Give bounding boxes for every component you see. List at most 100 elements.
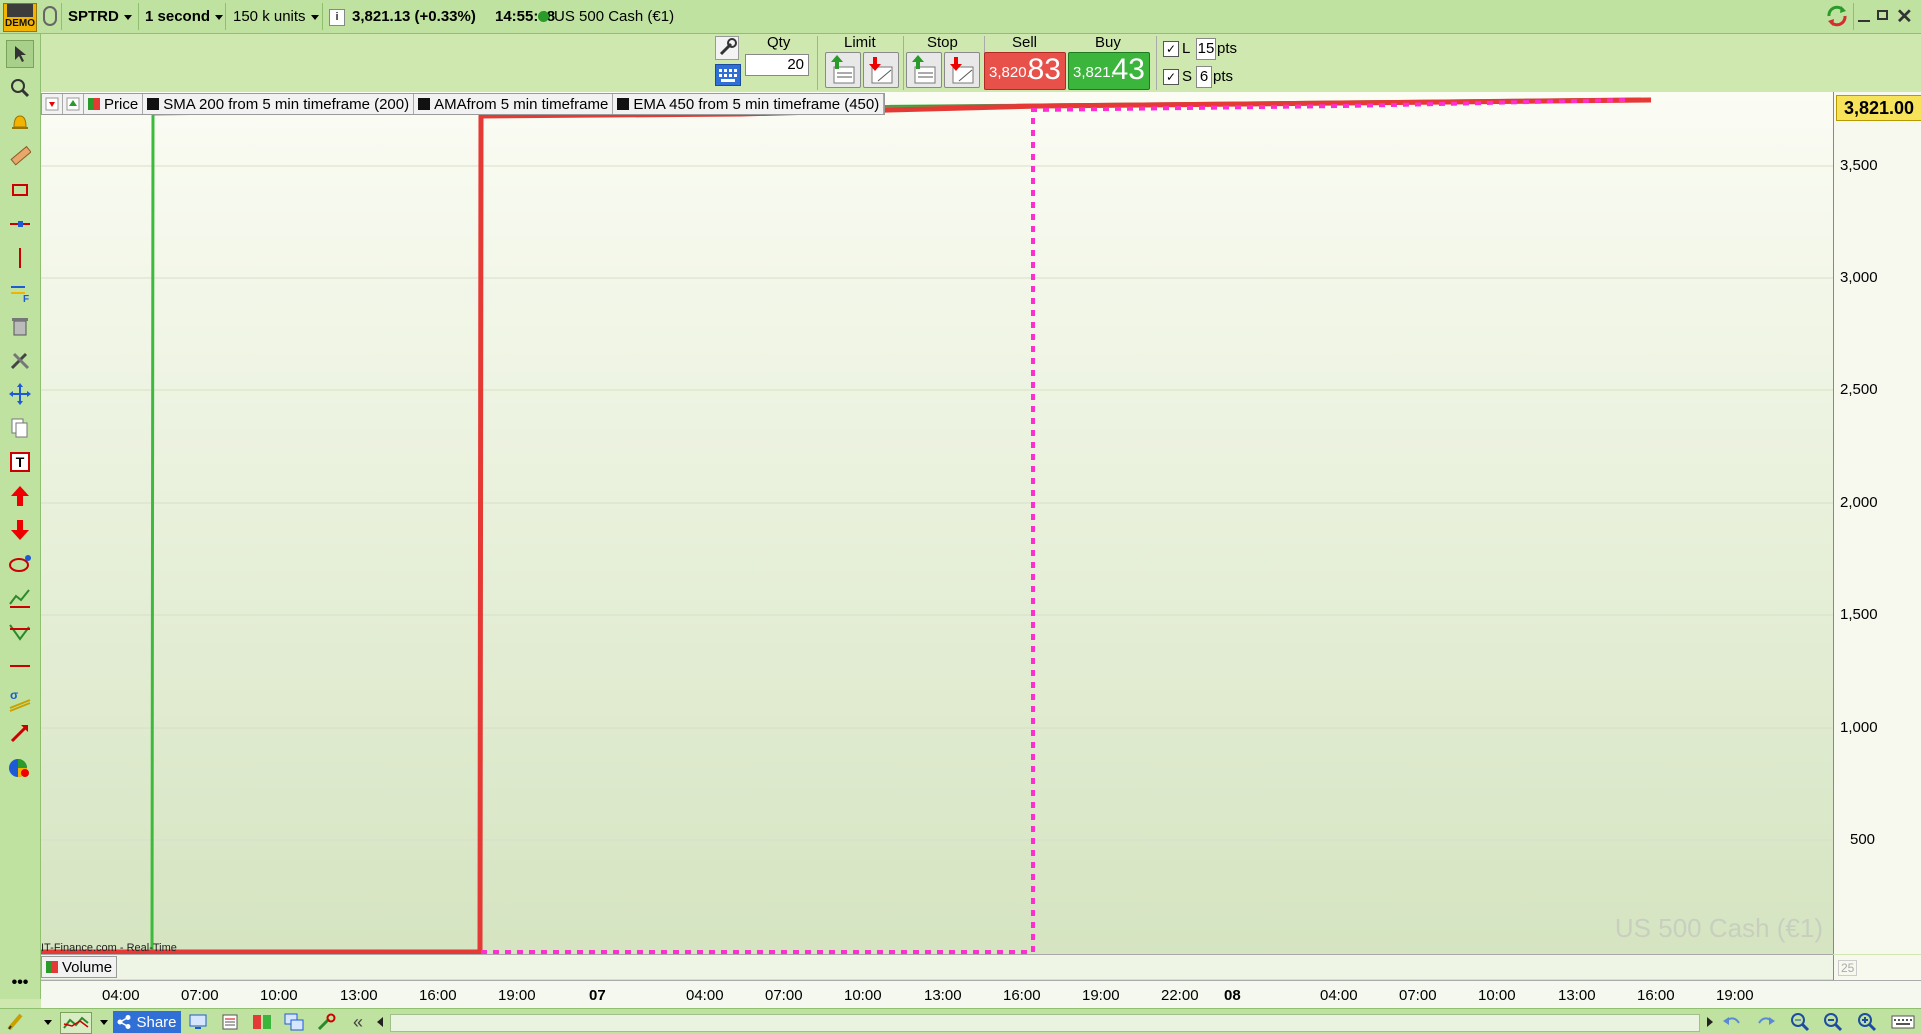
symbol-selector[interactable]: SPTRD <box>68 4 132 29</box>
x-tick: 04:00 <box>1320 987 1358 1004</box>
legend-item-ama[interactable]: AMAfrom 5 min timeframe <box>414 94 614 114</box>
l-pts-label: pts <box>1217 40 1238 57</box>
chevron-down-icon <box>310 14 319 20</box>
info-icon[interactable]: i <box>329 9 345 26</box>
scroll-right-icon[interactable] <box>1700 1012 1720 1032</box>
zoom-fit-icon[interactable] <box>1790 1012 1810 1032</box>
share-icon <box>117 1015 131 1029</box>
sell-button[interactable]: 3,820. 83 <box>984 52 1066 90</box>
ema-swatch <box>617 98 630 110</box>
cursor-icon[interactable] <box>6 40 34 68</box>
copy-icon[interactable] <box>6 414 34 442</box>
limit-buy-button[interactable] <box>825 52 861 88</box>
scroll-left-icon[interactable] <box>370 1012 390 1032</box>
ellipse-icon[interactable] <box>6 550 34 578</box>
volume-legend[interactable]: Volume <box>41 956 118 978</box>
buy-button[interactable]: 3,821. 43 <box>1068 52 1150 90</box>
more-options-icon[interactable]: ••• <box>6 969 34 997</box>
redo-icon[interactable] <box>1756 1012 1776 1032</box>
close-icon[interactable]: ✕ <box>1896 4 1913 29</box>
triangle-icon[interactable] <box>6 618 34 646</box>
l-checkbox[interactable]: ✓ <box>1163 41 1179 57</box>
pencil-arrow-icon[interactable] <box>6 720 34 748</box>
price-axis[interactable]: 3,500 3,000 2,500 2,000 1,500 1,000 500 <box>1833 92 1921 954</box>
rectangle-icon[interactable] <box>6 176 34 204</box>
sync-icon[interactable] <box>1824 4 1850 28</box>
chevron-down-icon <box>123 14 132 20</box>
qty-input[interactable]: 20 <box>745 54 809 76</box>
regression-icon[interactable]: σ <box>6 686 34 714</box>
symbol-label: SPTRD <box>68 8 119 25</box>
windows-icon[interactable] <box>284 1012 304 1032</box>
x-tick: 10:00 <box>1478 987 1516 1004</box>
current-price-tag: 3,821.00 <box>1836 95 1921 121</box>
units-selector[interactable]: 150 k units <box>233 4 319 29</box>
trend-channel-icon[interactable] <box>6 584 34 612</box>
sma-line <box>150 98 1642 953</box>
minimize-icon[interactable] <box>1858 20 1870 22</box>
x-tick: 07:00 <box>181 987 219 1004</box>
l-points-input[interactable]: 15 <box>1196 38 1216 60</box>
status-dot-icon <box>538 11 549 22</box>
volume-panel[interactable]: Volume <box>41 955 1833 979</box>
keyboard-icon[interactable] <box>1890 1012 1916 1032</box>
stop-label: Stop <box>927 34 958 51</box>
limit-sell-button[interactable] <box>863 52 899 88</box>
undo-icon[interactable] <box>1722 1012 1742 1032</box>
x-tick: 16:00 <box>1003 987 1041 1004</box>
x-tick: 04:00 <box>102 987 140 1004</box>
price-chart[interactable]: US 500 Cash (€1) IT-Finance.com - Real-T… <box>41 92 1833 955</box>
keyboard-icon[interactable] <box>715 64 741 86</box>
y-tick: 500 <box>1850 831 1876 848</box>
zoom-in-icon[interactable] <box>1857 1012 1877 1032</box>
legend-up-button[interactable] <box>63 94 84 114</box>
legend-close-button[interactable] <box>42 94 63 114</box>
stop-sell-button[interactable] <box>944 52 980 88</box>
legend-item-sma[interactable]: SMA 200 from 5 min timeframe (200) <box>143 94 415 114</box>
trash-icon[interactable] <box>6 312 34 340</box>
zoom-icon[interactable] <box>6 74 34 102</box>
screen-icon[interactable] <box>188 1012 208 1032</box>
double-chevron-left-icon[interactable]: « <box>348 1012 368 1032</box>
chevron-down-icon[interactable] <box>38 1012 58 1032</box>
x-tick: 10:00 <box>260 987 298 1004</box>
pencil-icon[interactable] <box>6 1012 26 1032</box>
s-checkbox[interactable]: ✓ <box>1163 69 1179 85</box>
chevron-down-icon[interactable] <box>94 1012 114 1032</box>
arrow-up-icon[interactable] <box>6 482 34 510</box>
chart-type-icon[interactable] <box>60 1012 92 1034</box>
orderbook-icon[interactable] <box>252 1012 272 1032</box>
volume-value: 25 <box>1838 960 1858 976</box>
alert-bell-icon[interactable] <box>6 108 34 136</box>
arrow-down-icon[interactable] <box>6 516 34 544</box>
chart-watermark: US 500 Cash (€1) <box>1614 913 1823 943</box>
legend-item-price[interactable]: Price <box>84 94 144 114</box>
wrench-icon[interactable] <box>316 1012 336 1032</box>
share-button[interactable]: Share <box>113 1011 181 1033</box>
timeframe-selector[interactable]: 1 second <box>145 4 224 29</box>
color-palette-icon[interactable] <box>6 754 34 782</box>
list-icon[interactable] <box>220 1012 240 1032</box>
legend-item-ema[interactable]: EMA 450 from 5 min timeframe (450) <box>613 94 885 114</box>
move-icon[interactable] <box>6 380 34 408</box>
time-axis[interactable]: 04:00 07:00 10:00 13:00 16:00 19:00 07 0… <box>41 980 1921 1009</box>
restore-icon[interactable] <box>1877 10 1888 20</box>
text-icon[interactable]: T <box>6 448 34 476</box>
ruler-icon[interactable] <box>6 142 34 170</box>
tools-icon[interactable] <box>6 346 34 374</box>
wrench-icon[interactable] <box>715 36 739 60</box>
share-label: Share <box>136 1013 177 1031</box>
line-icon[interactable] <box>6 652 34 680</box>
horizontal-line-icon[interactable] <box>6 210 34 238</box>
sell-price-small: 3,820. <box>989 64 1031 81</box>
vertical-line-icon[interactable] <box>6 244 34 272</box>
zoom-out-icon[interactable] <box>1823 1012 1843 1032</box>
horizontal-scrollbar[interactable] <box>390 1014 1700 1032</box>
pin-icon[interactable] <box>43 6 57 26</box>
price-swatch <box>88 98 100 110</box>
s-points-input[interactable]: 6 <box>1196 66 1212 88</box>
stop-buy-button[interactable] <box>906 52 942 88</box>
x-tick: 13:00 <box>340 987 378 1004</box>
fibonacci-icon[interactable]: F <box>6 278 34 306</box>
volume-axis: 25 <box>1833 955 1921 980</box>
